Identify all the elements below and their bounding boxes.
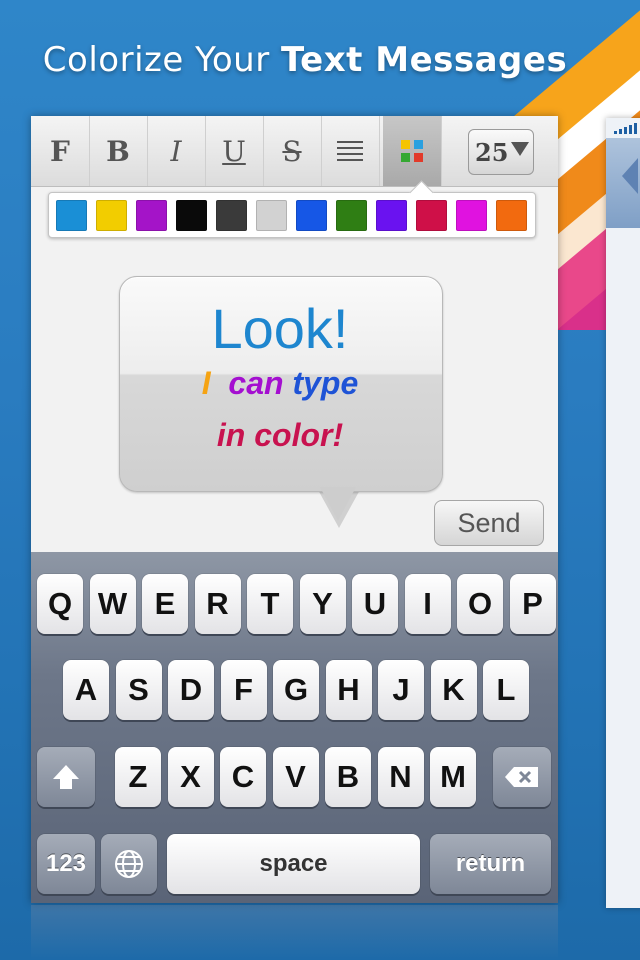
message-line-3: in color!: [216, 417, 344, 453]
headline: Colorize Your Text Messages: [0, 40, 610, 80]
signal-icon: [614, 122, 640, 134]
message-line-1: Look!: [211, 297, 349, 360]
color-swatch[interactable]: [456, 200, 487, 231]
bold-button[interactable]: B: [89, 116, 148, 186]
strike-label: S: [282, 134, 302, 168]
key-q[interactable]: Q: [37, 574, 83, 634]
strikethrough-button[interactable]: S: [263, 116, 322, 186]
italic-label: I: [170, 134, 182, 168]
key-n[interactable]: N: [377, 747, 424, 807]
chevron-down-icon: [511, 142, 529, 156]
key-l[interactable]: L: [483, 660, 529, 720]
headline-light: Colorize Your: [42, 40, 281, 80]
globe-icon: [115, 850, 143, 878]
key-z[interactable]: Z: [115, 747, 161, 807]
key-o[interactable]: O: [457, 574, 503, 634]
key-c[interactable]: C: [220, 747, 266, 807]
keyboard: QWERTYUIOP ASDFGHJKL ZXCVBNM 123 space ret…: [31, 552, 558, 903]
key-m[interactable]: M: [430, 747, 476, 807]
color-swatch[interactable]: [296, 200, 327, 231]
key-g[interactable]: G: [273, 660, 319, 720]
send-label: Send: [457, 507, 521, 538]
align-lines-icon: [337, 141, 363, 161]
bold-label: B: [106, 134, 130, 168]
color-swatch[interactable]: [56, 200, 87, 231]
format-toolbar: F B I U S 25: [31, 116, 558, 187]
headline-bold: Text Messages: [280, 40, 568, 80]
color-palette: [48, 180, 536, 238]
color-swatch[interactable]: [176, 200, 207, 231]
numbers-label: 123: [45, 850, 87, 877]
color-swatch[interactable]: [96, 200, 127, 231]
key-y[interactable]: Y: [299, 574, 346, 634]
key-v[interactable]: V: [272, 747, 319, 807]
key-e[interactable]: E: [142, 574, 188, 634]
key-u[interactable]: U: [352, 574, 398, 634]
message-word-i: I: [201, 365, 211, 401]
numbers-key[interactable]: 123: [37, 834, 95, 894]
space-label: space: [259, 850, 328, 877]
color-swatch[interactable]: [376, 200, 407, 231]
font-label: F: [50, 134, 70, 168]
key-x[interactable]: X: [167, 747, 214, 807]
phone-screen: F B I U S 25 Look! I can type in color! …: [31, 116, 558, 903]
font-size-dropdown[interactable]: 25: [468, 129, 534, 175]
key-k[interactable]: K: [430, 660, 477, 720]
return-key[interactable]: return: [430, 834, 551, 894]
underline-label: U: [222, 134, 246, 168]
key-w[interactable]: W: [89, 574, 136, 634]
color-swatch[interactable]: [216, 200, 247, 231]
italic-button[interactable]: I: [147, 116, 206, 186]
key-s[interactable]: S: [115, 660, 162, 720]
send-button[interactable]: Send: [434, 500, 544, 546]
bubble-tail-inner: [320, 487, 356, 521]
color-swatch[interactable]: [496, 200, 527, 231]
key-t[interactable]: T: [247, 574, 293, 634]
font-button[interactable]: F: [31, 116, 90, 186]
align-button[interactable]: [321, 116, 380, 186]
key-h[interactable]: H: [325, 660, 372, 720]
shift-arrow-icon: [53, 765, 79, 789]
second-phone-preview: [606, 118, 640, 908]
color-swatch[interactable]: [336, 200, 367, 231]
key-f[interactable]: F: [220, 660, 267, 720]
key-a[interactable]: A: [63, 660, 109, 720]
key-b[interactable]: B: [325, 747, 371, 807]
color-grid-icon: [401, 140, 423, 162]
backspace-icon: [505, 767, 538, 787]
key-p[interactable]: P: [509, 574, 556, 634]
key-r[interactable]: R: [194, 574, 241, 634]
underline-button[interactable]: U: [205, 116, 264, 186]
shift-key[interactable]: [37, 747, 95, 807]
back-arrow-icon: [622, 158, 638, 194]
color-swatch[interactable]: [416, 200, 447, 231]
key-j[interactable]: J: [378, 660, 424, 720]
globe-key[interactable]: [101, 834, 157, 894]
color-button[interactable]: [383, 116, 442, 186]
color-swatch[interactable]: [136, 200, 167, 231]
return-label: return: [455, 850, 526, 877]
font-size-value: 25: [475, 137, 509, 167]
message-line-2: I can type: [119, 365, 441, 402]
key-i[interactable]: I: [404, 574, 451, 634]
key-d[interactable]: D: [168, 660, 214, 720]
space-key[interactable]: space: [167, 834, 420, 894]
phone-reflection: [31, 905, 558, 960]
message-word-type: type: [292, 365, 359, 401]
color-swatch[interactable]: [256, 200, 287, 231]
message-word-can: can: [228, 365, 284, 401]
delete-key[interactable]: [493, 747, 551, 807]
